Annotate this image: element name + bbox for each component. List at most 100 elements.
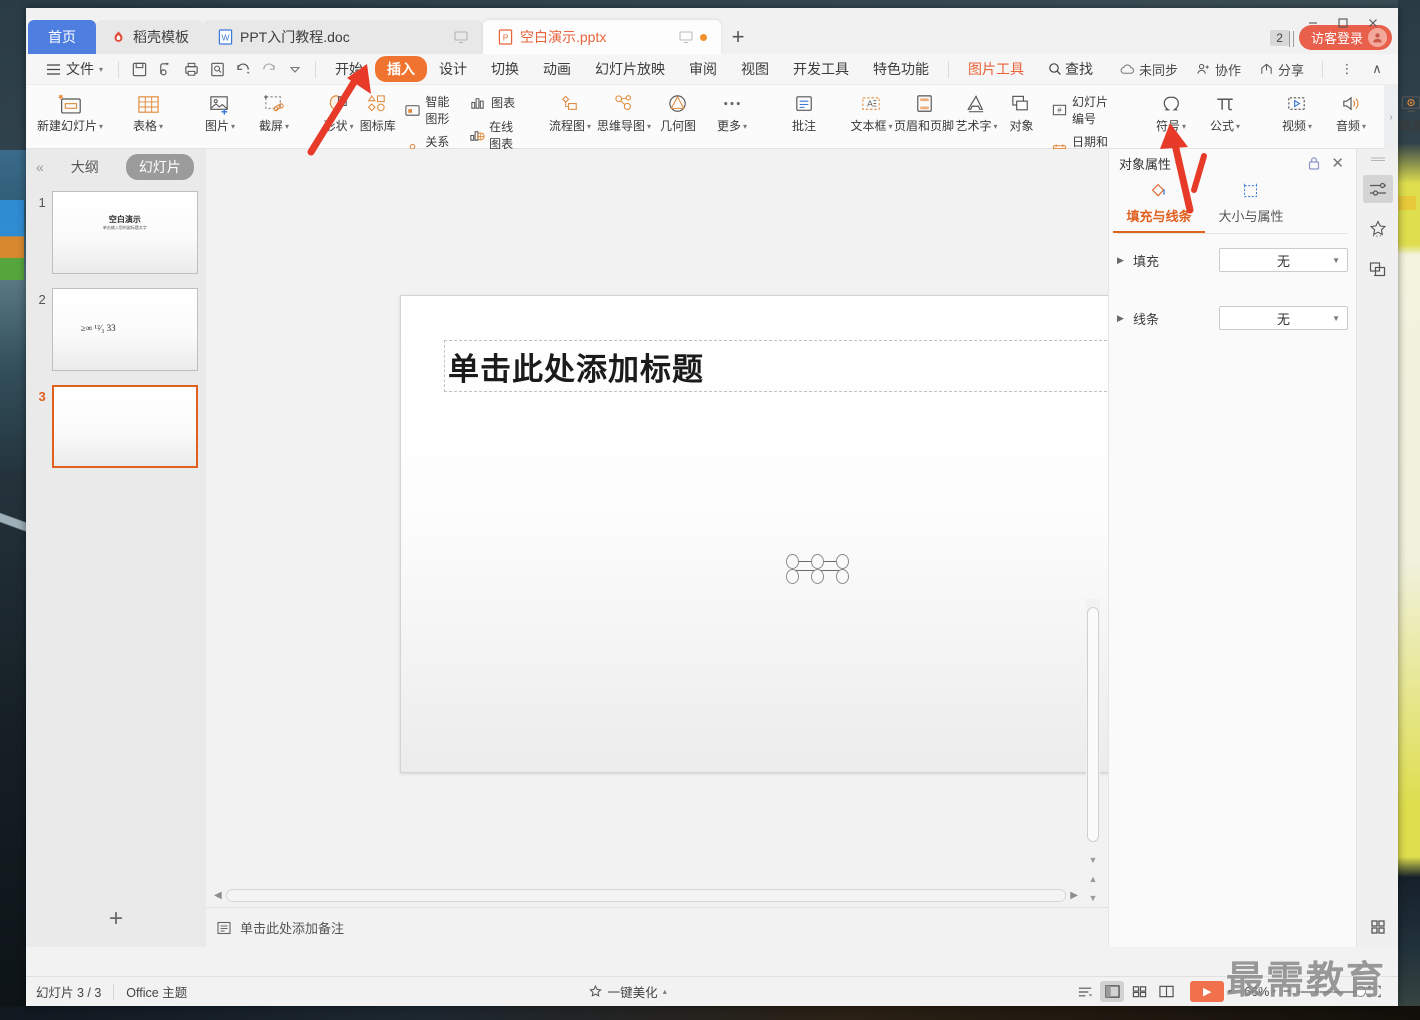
screen-share-icon[interactable] [453,29,469,45]
rail-layers-button[interactable] [1363,255,1393,283]
maximize-button[interactable] [1328,12,1358,34]
handle-bottom-left[interactable] [786,569,799,584]
icon-library-button[interactable]: 图标库 [358,87,397,134]
handle-top-left[interactable] [786,554,799,569]
flowchart-button[interactable]: 流程图 ▾ [543,87,597,134]
ribbon-overflow-button[interactable]: › [1384,85,1398,149]
wordart-button[interactable]: 艺术字 ▾ [954,87,999,134]
ribbon-tab-view[interactable]: 视图 [729,56,781,82]
ribbon-tab-picture-tools[interactable]: 图片工具 [956,56,1036,82]
textbox-button[interactable]: A 文本框 ▾ [849,87,894,134]
minimize-button[interactable] [1298,12,1328,34]
tab-count-badge[interactable]: 2 [1270,29,1294,47]
notes-pane[interactable]: 单击此处添加备注 [206,907,1108,947]
thumbnail-row-1[interactable]: 1 空白演示 单击输入您的副标题文字 [26,191,206,288]
handle-bottom-right[interactable] [836,569,849,584]
save-icon[interactable] [126,57,152,81]
picture-button[interactable]: 图片 ▾ [193,87,247,134]
customize-quick-access-icon[interactable] [282,57,308,81]
tab-pptx-document[interactable]: P 空白演示.pptx [483,20,721,54]
scroll-down-icon[interactable]: ▼ [1089,855,1098,865]
line-select[interactable]: 无 ▼ [1219,306,1348,330]
rail-grip[interactable] [1369,155,1387,163]
formula-button[interactable]: 公式 ▾ [1198,87,1252,134]
more-options-button[interactable]: ⋮ [1334,57,1360,81]
more-insert-button[interactable]: 更多 ▾ [705,87,759,134]
selected-equation-object[interactable] [786,554,850,584]
beautify-button[interactable]: 一键美化 ▴ [582,982,673,1001]
scroll-right-icon[interactable]: ▶ [1070,890,1078,901]
scroll-left-icon[interactable]: ◀ [214,890,222,901]
editor-vertical-scrollbar[interactable]: ▼ ▲ ▼ [1086,599,1100,909]
shape-button[interactable]: 形状 ▾ [319,87,358,134]
new-tab-button[interactable]: + [721,20,755,54]
redo-icon[interactable] [256,57,282,81]
expand-fill-icon[interactable]: ▶ [1117,255,1133,266]
file-menu-button[interactable]: 文件 ▾ [38,59,111,79]
undo-icon[interactable] [230,57,256,81]
handle-top-right[interactable] [836,554,849,569]
hscroll-track[interactable] [225,888,1067,902]
ribbon-tab-insert[interactable]: 插入 [375,56,428,82]
add-slide-button[interactable]: + [26,891,206,947]
tab-slides[interactable]: 幻灯片 [125,154,194,180]
mindmap-button[interactable]: 思维导图 ▾ [597,87,651,134]
ribbon-tab-review[interactable]: 审阅 [677,56,729,82]
print-preview-icon[interactable] [152,57,178,81]
geometry-button[interactable]: 几何图 [651,87,705,134]
start-slideshow-button[interactable]: ▶ [1190,981,1225,1002]
thumbnail-slide-2[interactable]: ≥∞ ¹²⁄₃ 33 [51,288,198,371]
new-slide-button[interactable]: 新建幻灯片 ▾ [37,87,103,134]
tab-size-and-properties[interactable]: 大小与属性 [1205,181,1297,233]
theme-label[interactable]: Office 主题 [126,982,187,1001]
object-button[interactable]: 对象 [999,87,1044,134]
ribbon-tab-home[interactable]: 开始 [323,56,375,82]
rail-properties-button[interactable] [1362,175,1393,203]
sorter-view-icon[interactable] [1127,981,1151,1002]
slide-number-button[interactable]: # 幻灯片编号 [1048,91,1122,129]
previous-slide-icon[interactable]: ▲ [1089,874,1098,884]
print-search-icon[interactable] [204,57,230,81]
handle-bottom-center[interactable] [811,569,824,584]
screenshot-button[interactable]: 截屏 ▾ [247,87,301,134]
reading-view-icon[interactable] [1154,981,1178,1002]
next-slide-icon[interactable]: ▼ [1089,893,1098,903]
smartart-button[interactable]: 智能图形 [401,91,457,129]
comment-button[interactable]: 批注 [777,87,831,134]
ribbon-tab-animation[interactable]: 动画 [531,56,583,82]
thumbnail-row-2[interactable]: 2 ≥∞ ¹²⁄₃ 33 [26,288,206,385]
rail-apps-button[interactable] [1363,913,1393,941]
table-button[interactable]: 表格 ▾ [121,87,175,134]
collapse-ribbon-button[interactable]: ∧ [1364,57,1390,81]
rail-effects-button[interactable] [1363,215,1393,243]
normal-view-icon[interactable] [1100,981,1125,1002]
list-view-icon[interactable] [1073,981,1097,1002]
lock-icon[interactable] [1303,156,1325,171]
collaborate-button[interactable]: 协作 [1189,60,1248,79]
ribbon-tab-developer[interactable]: 开发工具 [781,56,861,82]
video-button[interactable]: 视频 ▾ [1270,87,1324,134]
collapse-pane-button[interactable]: « [36,159,44,175]
ribbon-tab-transition[interactable]: 切换 [479,56,531,82]
tab-docer-template[interactable]: 稻壳模板 [96,20,203,54]
editor-horizontal-scrollbar[interactable]: ◀ ▶ [214,887,1078,903]
fill-select[interactable]: 无 ▼ [1219,248,1348,272]
share-button[interactable]: 分享 [1252,60,1311,79]
tab-home[interactable]: 首页 [28,20,96,54]
header-footer-button[interactable]: 页眉和页脚 [894,87,954,134]
tab-fill-and-line[interactable]: 填充与线条 [1113,181,1205,233]
thumbnail-slide-3[interactable] [51,385,198,468]
chevron-down-icon[interactable]: ▾ [1175,159,1179,168]
close-button[interactable] [1358,12,1388,34]
symbol-button[interactable]: 符号 ▾ [1144,87,1198,134]
handle-top-center[interactable] [811,554,824,569]
print-icon[interactable] [178,57,204,81]
title-placeholder[interactable]: 单击此处添加标题 [444,340,1207,392]
search-button[interactable]: 查找 [1036,56,1105,82]
tab-word-document[interactable]: W PPT入门教程.doc [203,20,483,54]
audio-button[interactable]: 音频 ▾ [1324,87,1378,134]
thumbnail-row-3[interactable]: 3 [26,385,206,482]
thumbnail-slide-1[interactable]: 空白演示 单击输入您的副标题文字 [51,191,198,274]
ribbon-tab-slideshow[interactable]: 幻灯片放映 [583,56,677,82]
expand-line-icon[interactable]: ▶ [1117,313,1133,324]
